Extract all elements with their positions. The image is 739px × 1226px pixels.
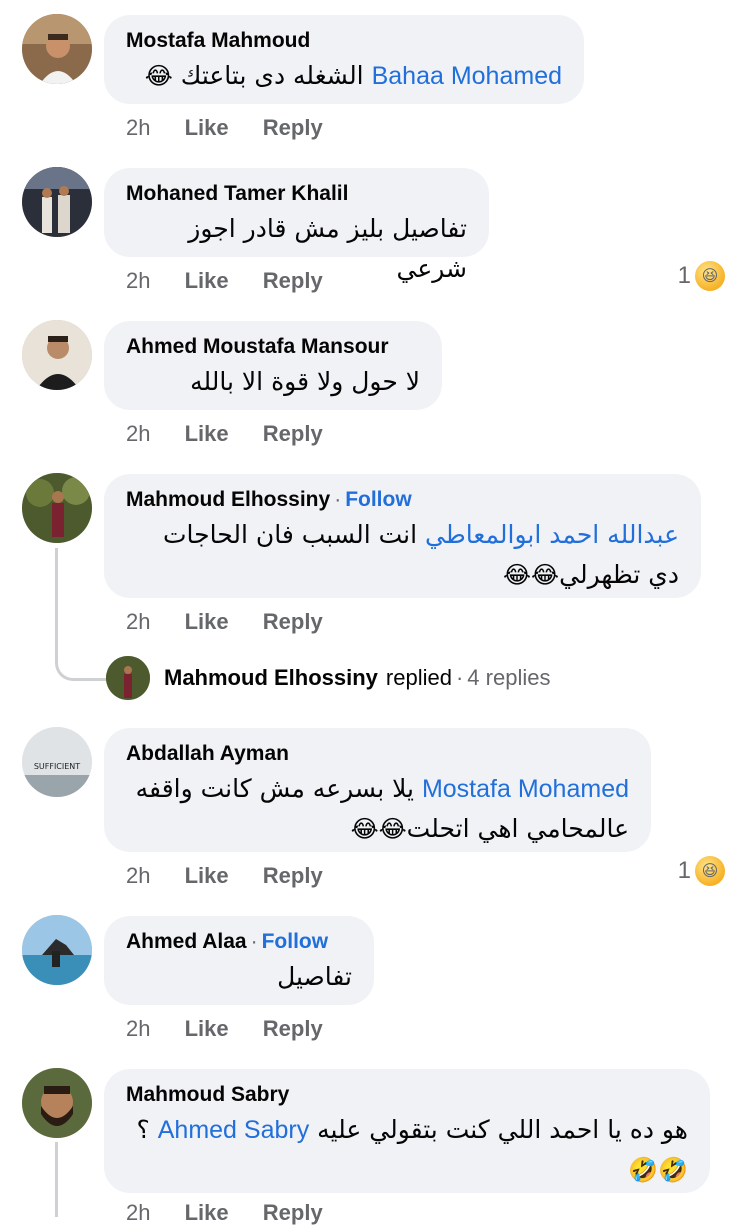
comment-text: هو ده يا احمد اللي كنت بتقولي عليه Ahmed… [136,1115,689,1184]
comment-actions: 2h Like Reply [126,863,351,889]
reply-button[interactable]: Reply [263,1200,323,1225]
replies-count: 4 replies [467,665,551,690]
separator-dot: · [334,488,342,511]
timestamp[interactable]: 2h [126,863,150,888]
rolling-laughing-emoji-icon: 🤣🤣 [628,1156,688,1184]
mention-link[interactable]: Mostafa Mohamed [422,775,629,803]
follow-button[interactable]: Follow [262,930,329,953]
reaction-count: 1 [677,857,691,884]
comment-text: تفاصيل [277,962,352,991]
avatar[interactable] [22,167,92,237]
reply-button[interactable]: Reply [263,421,323,446]
comment-bubble: Ahmed Moustafa Mansour لا حول ولا قوة ال… [104,321,442,410]
avatar[interactable] [22,320,92,390]
comment-text: لا حول ولا قوة الا بالله [190,367,420,396]
reaction-count: 1 [677,262,691,289]
reply-button[interactable]: Reply [263,1016,323,1041]
mention-link[interactable]: Ahmed Sabry [158,1116,309,1144]
like-button[interactable]: Like [185,1016,229,1041]
comment-actions: 2h Like Reply [126,1016,351,1042]
reply-button[interactable]: Reply [263,609,323,634]
reply-button[interactable]: Reply [263,268,323,293]
comment-actions: 2h Like Reply [126,1200,351,1226]
thread-connector [55,548,110,681]
mention-link[interactable]: Bahaa Mohamed [372,62,562,90]
comment-actions: 2h Like Reply [126,268,351,294]
comment-actions: 2h Like Reply [126,115,351,141]
comment-text: عبدالله احمد ابوالمعاطي انت السبب فان ال… [162,520,679,589]
author-name[interactable]: Mostafa Mahmoud [126,29,310,52]
like-button[interactable]: Like [185,115,229,140]
comment-bubble: Ahmed Alaa · Follow تفاصيل [104,916,374,1005]
reaction-summary[interactable]: 1 😆 [678,856,725,886]
like-button[interactable]: Like [185,268,229,293]
reaction-summary[interactable]: 1 😆 [678,261,725,291]
author-name[interactable]: Ahmed Alaa [126,930,247,953]
timestamp[interactable]: 2h [126,268,150,293]
timestamp[interactable]: 2h [126,1200,150,1225]
laughing-emoji-icon: 😂😂 [503,561,560,589]
comment-text: Mostafa Mohamed يلا بسرعه مش كانت واقفه … [135,774,629,843]
replier-name: Mahmoud Elhossiny [164,665,378,690]
timestamp[interactable]: 2h [126,609,150,634]
separator-dot: · [250,930,258,953]
follow-button[interactable]: Follow [345,488,412,511]
avatar [106,656,150,700]
author-name[interactable]: Mahmoud Sabry [126,1083,289,1106]
comment-text: Bahaa Mohamed الشغله دى بتاعتك 😂 [144,61,562,90]
avatar[interactable] [22,915,92,985]
comment-bubble: Mahmoud Elhossiny · Follow عبدالله احمد اب… [104,474,701,598]
replied-label: replied [385,665,452,690]
author-name[interactable]: Ahmed Moustafa Mansour [126,335,389,358]
comment-actions: 2h Like Reply [126,421,351,447]
avatar[interactable]: SUFFICIENT [22,727,92,797]
comment-bubble: Abdallah Ayman Mostafa Mohamed يلا بسرعه… [104,728,651,852]
author-name[interactable]: Mohaned Tamer Khalil [126,182,348,205]
timestamp[interactable]: 2h [126,115,150,140]
like-button[interactable]: Like [185,863,229,888]
comment-bubble: Mohaned Tamer Khalil تفاصيل بليز مش قادر… [104,168,489,283]
separator-dot: · [455,665,464,690]
comment-bubble: Mostafa Mahmoud Bahaa Mohamed الشغله دى … [104,15,584,104]
avatar-text: SUFFICIENT [34,762,80,771]
comment-bubble: Mahmoud Sabry هو ده يا احمد اللي كنت بتق… [104,1069,710,1193]
haha-reaction-icon: 😆 [695,261,725,291]
like-button[interactable]: Like [185,421,229,446]
haha-reaction-icon: 😆 [695,856,725,886]
author-name[interactable]: Mahmoud Elhossiny [126,488,330,511]
author-name[interactable]: Abdallah Ayman [126,742,289,765]
comment-actions: 2h Like Reply [126,609,351,635]
view-replies-link[interactable]: Mahmoud Elhossiny replied · 4 replies [106,656,550,700]
reply-button[interactable]: Reply [263,863,323,888]
avatar[interactable] [22,473,92,543]
timestamp[interactable]: 2h [126,421,150,446]
avatar[interactable] [22,1068,92,1138]
mention-link[interactable]: عبدالله احمد ابوالمعاطي [425,520,679,549]
avatar[interactable] [22,14,92,84]
reply-button[interactable]: Reply [263,115,323,140]
timestamp[interactable]: 2h [126,1016,150,1041]
like-button[interactable]: Like [185,1200,229,1225]
like-button[interactable]: Like [185,609,229,634]
laughing-emoji-icon: 😂😂 [350,815,407,843]
laughing-emoji-icon: 😂 [144,62,173,90]
thread-connector [55,1142,58,1217]
